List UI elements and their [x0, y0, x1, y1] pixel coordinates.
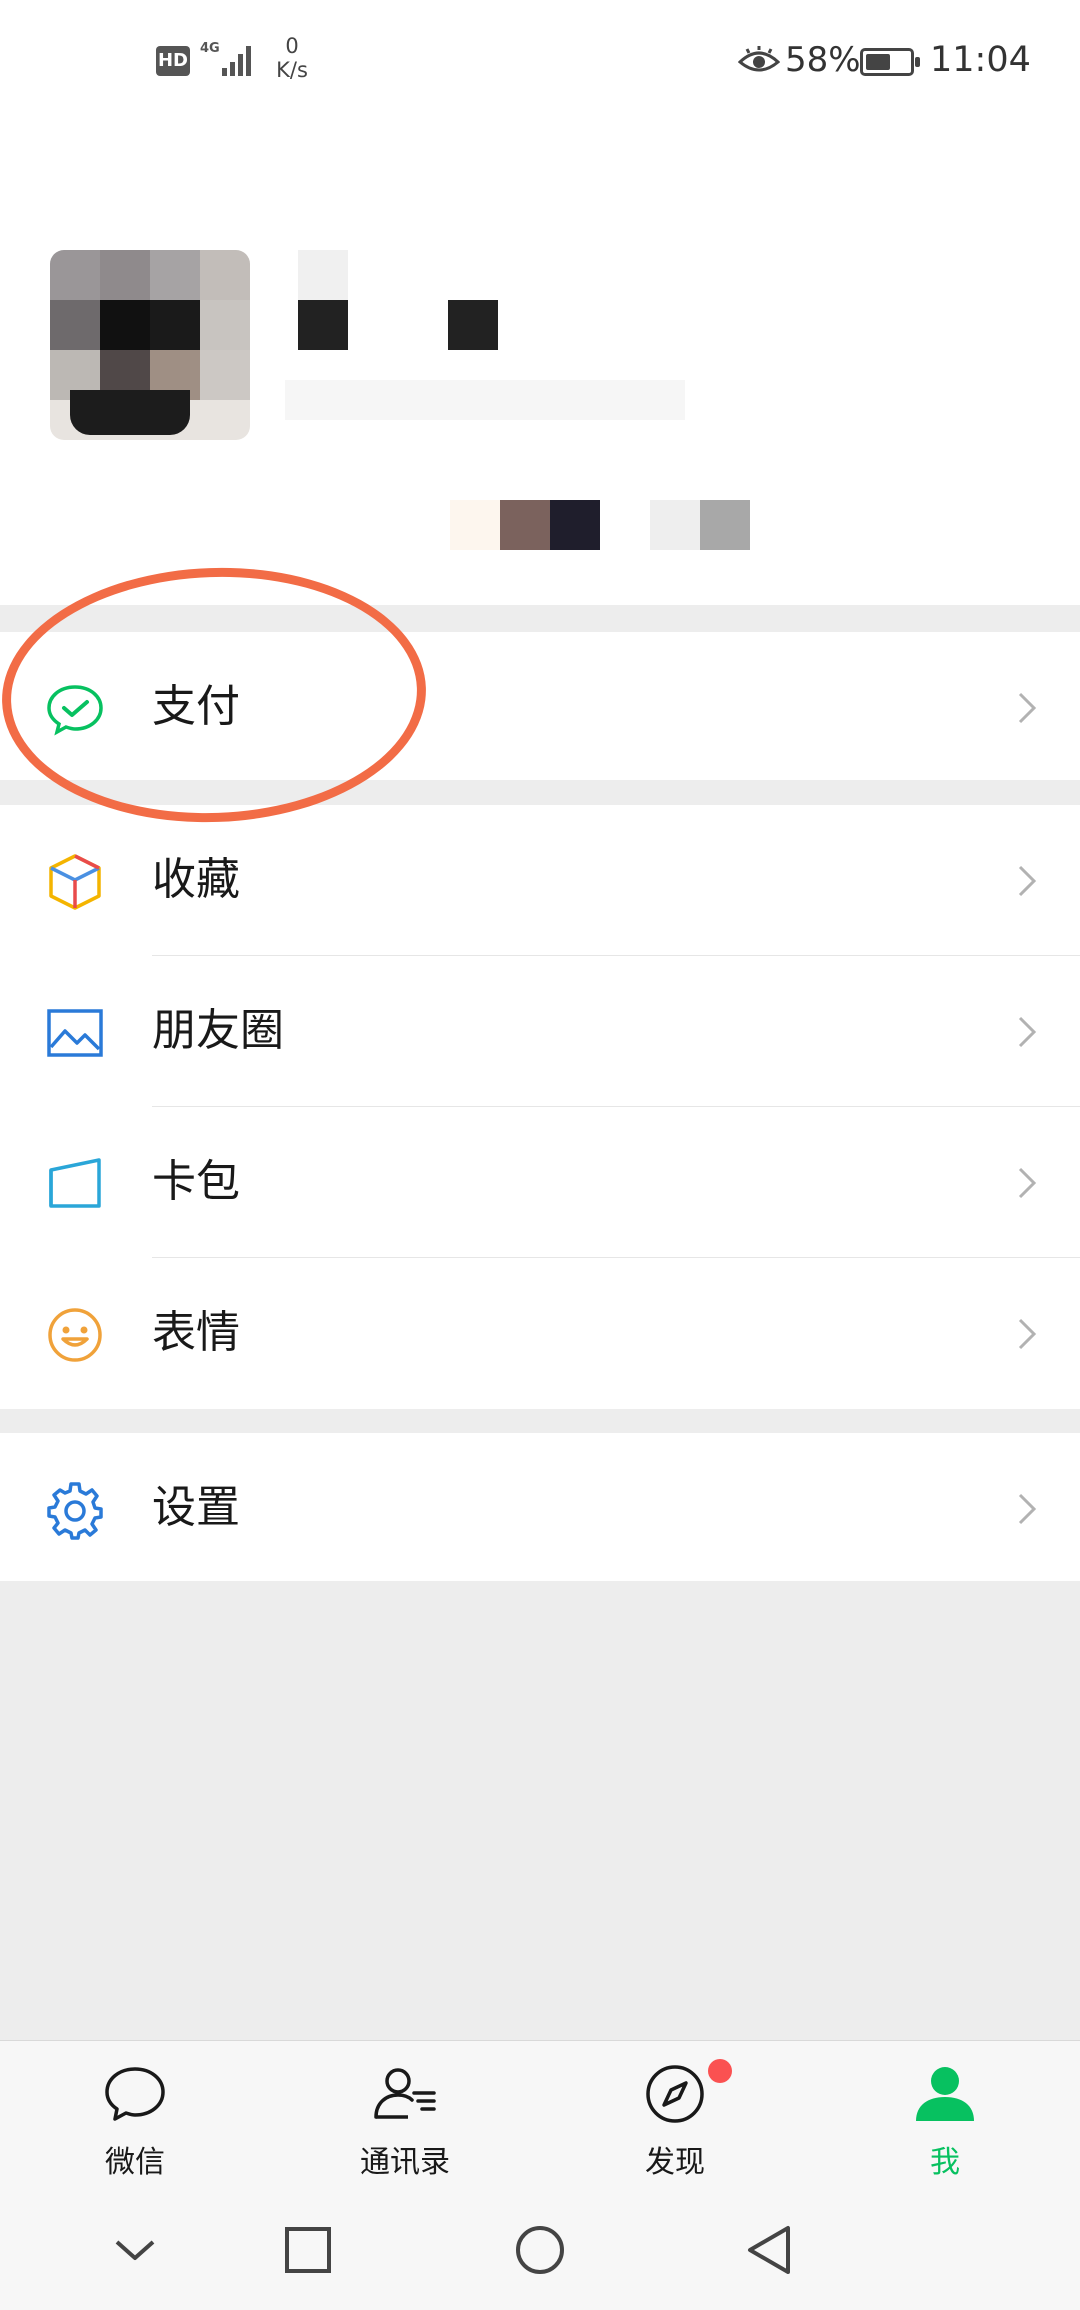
- chevron-right-icon: [1018, 692, 1037, 724]
- hd-badge: HD: [156, 46, 190, 76]
- menu-item-favorites[interactable]: 收藏: [0, 805, 1080, 956]
- menu-item-stickers-label: 表情: [152, 1307, 240, 1358]
- tab-bar: 微信 通讯录 发现 我: [0, 2040, 1080, 2191]
- svg-text:4G: 4G: [200, 41, 220, 56]
- profile-header[interactable]: [0, 125, 1080, 605]
- notification-dot: [708, 2059, 732, 2083]
- smiley-icon: [48, 1308, 102, 1362]
- image-icon: [47, 1009, 103, 1057]
- wechat-id-pixelated: [285, 380, 685, 420]
- network-speed-unit: K/s: [276, 58, 308, 82]
- tab-contacts-label: 通讯录: [360, 2145, 450, 2180]
- chevron-right-icon: [1018, 1318, 1037, 1350]
- cube-icon: [49, 854, 101, 910]
- gear-icon: [47, 1482, 103, 1540]
- tab-chats[interactable]: 微信: [0, 2041, 270, 2191]
- status-bar: HD 4G 0 K/s 58% 11:04: [0, 0, 1080, 125]
- section-settings: 设置: [0, 1433, 1080, 1581]
- home-button[interactable]: [510, 2220, 570, 2280]
- tab-contacts[interactable]: 通讯录: [270, 2041, 540, 2191]
- menu-item-stickers[interactable]: 表情: [0, 1258, 1080, 1409]
- section-main: 收藏 朋友圈 卡包 表情: [0, 805, 1080, 1409]
- menu-item-moments[interactable]: 朋友圈: [0, 956, 1080, 1107]
- back-button[interactable]: [740, 2220, 800, 2280]
- contacts-icon: [374, 2068, 436, 2119]
- nickname-pixelated: [298, 250, 498, 350]
- chevron-down-icon[interactable]: [105, 2220, 165, 2280]
- clock: 11:04: [930, 40, 1031, 80]
- tab-discover[interactable]: 发现: [540, 2041, 810, 2191]
- avatar[interactable]: [50, 250, 250, 440]
- card-icon: [49, 1158, 101, 1208]
- eye-comfort-icon: [738, 46, 780, 72]
- chevron-right-icon: [1018, 1167, 1037, 1199]
- network-speed: 0 K/s: [272, 34, 312, 82]
- chevron-right-icon: [1018, 1493, 1037, 1525]
- system-nav-bar: [0, 2190, 1080, 2310]
- tab-me-label: 我: [930, 2145, 960, 2180]
- signal-icon: 4G: [200, 41, 251, 76]
- menu-item-settings-label: 设置: [152, 1482, 240, 1533]
- status-pixelated: [450, 500, 750, 550]
- battery-icon: [860, 48, 920, 76]
- network-speed-value: 0: [285, 34, 299, 58]
- menu-item-card-pack[interactable]: 卡包: [0, 1107, 1080, 1258]
- compass-icon: [646, 2065, 704, 2123]
- battery-level-fill: [866, 54, 890, 70]
- battery-percent: 58%: [785, 40, 861, 80]
- chevron-right-icon: [1018, 1016, 1037, 1048]
- menu-item-favorites-label: 收藏: [152, 854, 240, 905]
- tab-chats-label: 微信: [105, 2145, 165, 2180]
- tab-discover-label: 发现: [645, 2145, 705, 2180]
- chat-bubble-icon: [105, 2067, 165, 2121]
- tab-me[interactable]: 我: [810, 2041, 1080, 2191]
- recents-button[interactable]: [278, 2220, 338, 2280]
- menu-item-moments-label: 朋友圈: [152, 1005, 284, 1056]
- chevron-right-icon: [1018, 865, 1037, 897]
- person-icon: [916, 2067, 974, 2121]
- menu-item-settings[interactable]: 设置: [0, 1433, 1080, 1581]
- menu-item-card-pack-label: 卡包: [152, 1156, 240, 1207]
